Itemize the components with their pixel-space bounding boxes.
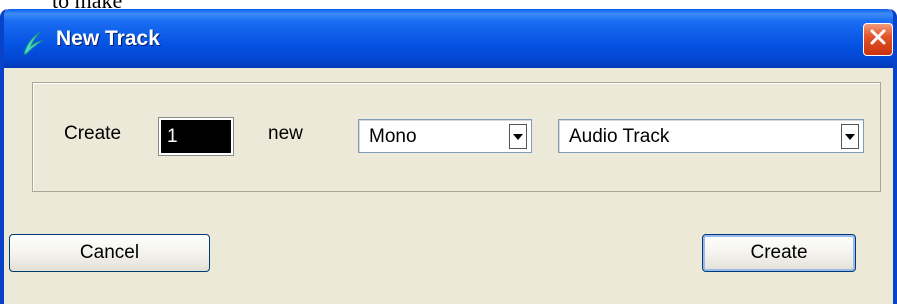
channel-select-value: Mono: [369, 126, 417, 147]
new-track-dialog: New Track Create new Mono Audio Track: [0, 9, 897, 304]
feather-app-icon: [20, 30, 46, 56]
cancel-button[interactable]: Cancel: [9, 234, 210, 272]
dialog-body: Create new Mono Audio Track Cancel Creat…: [4, 68, 893, 304]
track-count-input[interactable]: [158, 117, 234, 156]
new-label: new: [268, 123, 303, 144]
track-type-select[interactable]: Audio Track: [558, 119, 864, 153]
close-button[interactable]: [863, 23, 893, 56]
close-icon: [869, 28, 887, 51]
dialog-title: New Track: [56, 27, 160, 50]
channel-select[interactable]: Mono: [358, 119, 532, 153]
chevron-down-icon[interactable]: [509, 124, 527, 149]
create-label: Create: [64, 123, 122, 144]
track-type-select-value: Audio Track: [569, 126, 670, 147]
chevron-down-icon[interactable]: [841, 124, 859, 149]
create-button[interactable]: Create: [702, 234, 856, 272]
track-options-group: Create new Mono Audio Track: [32, 82, 881, 192]
title-bar[interactable]: New Track: [4, 9, 893, 68]
